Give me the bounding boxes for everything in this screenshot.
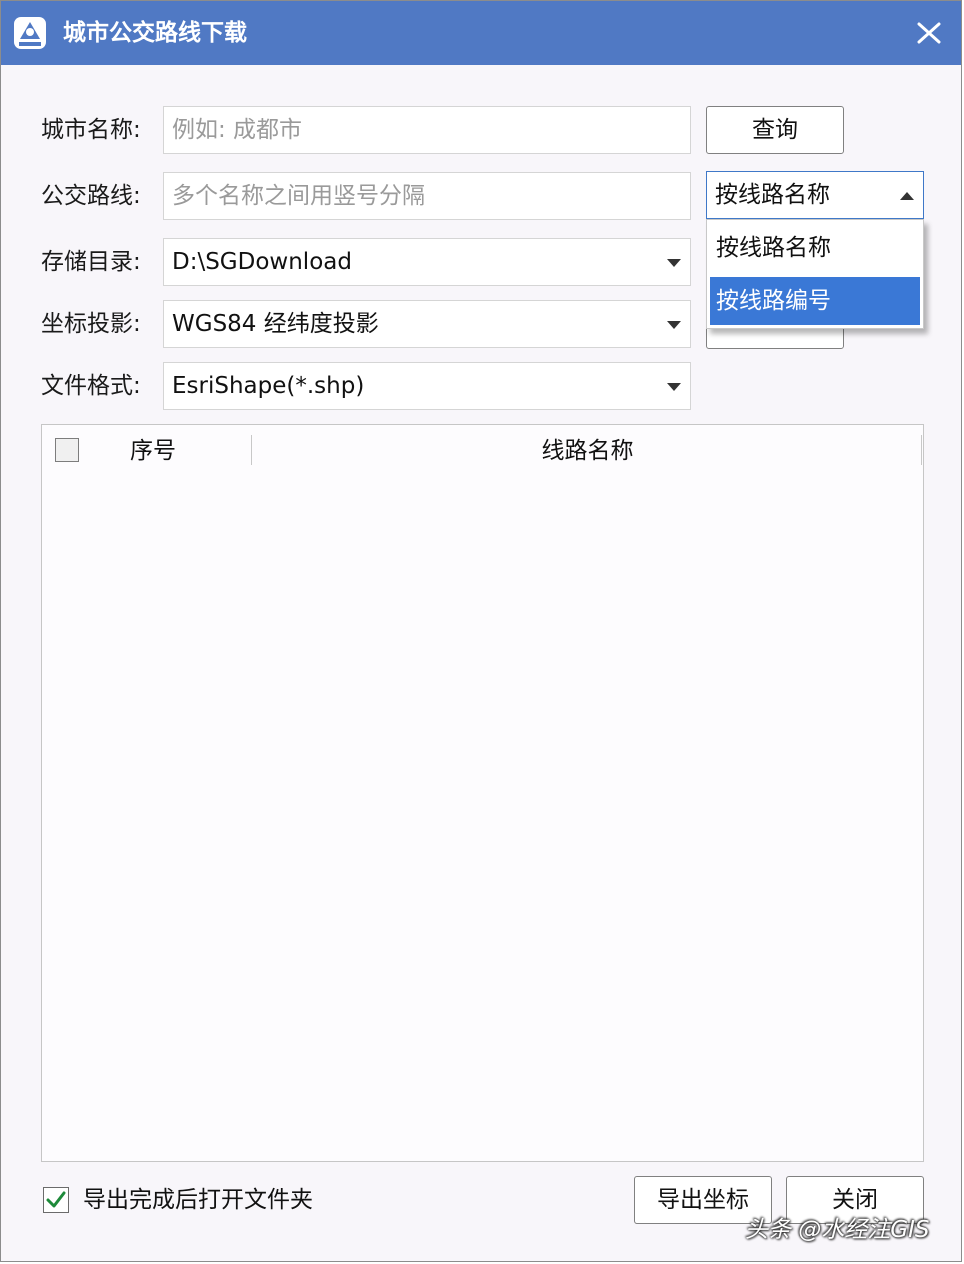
directory-value: D:\SGDownload [172, 249, 352, 275]
routes-input[interactable] [164, 173, 690, 219]
format-select[interactable]: EsriShape(*.shp) [163, 362, 691, 410]
projection-label: 坐标投影: [41, 311, 141, 337]
checkmark-icon [46, 1191, 66, 1208]
routes-field-box [163, 172, 691, 220]
close-icon[interactable] [913, 15, 945, 51]
projection-value: WGS84 经纬度投影 [172, 311, 379, 337]
column-divider[interactable] [921, 435, 922, 465]
title-bar: 城市公交路线下载 [1, 1, 961, 65]
chevron-down-icon [667, 321, 681, 329]
dropdown-option-route-number[interactable]: 按线路编号 [710, 277, 920, 325]
search-mode-dropdown: 按线路名称 按线路编号 [706, 219, 924, 329]
routes-label: 公交路线: [41, 183, 141, 209]
chevron-up-icon [900, 192, 914, 200]
query-button[interactable]: 查询 [706, 106, 844, 154]
window-title: 城市公交路线下载 [63, 20, 247, 46]
format-value: EsriShape(*.shp) [172, 373, 365, 399]
format-label: 文件格式: [41, 373, 141, 399]
open-folder-checkbox[interactable] [43, 1187, 69, 1213]
search-mode-select[interactable]: 按线路名称 [706, 171, 924, 219]
projection-select[interactable]: WGS84 经纬度投影 [163, 300, 691, 348]
directory-label: 存储目录: [41, 249, 141, 275]
app-logo-icon [14, 17, 46, 49]
column-header-index[interactable]: 序号 [130, 435, 176, 467]
city-label: 城市名称: [41, 117, 141, 143]
route-list-header: 序号 线路名称 [42, 425, 923, 477]
column-header-route-name[interactable]: 线路名称 [252, 435, 923, 467]
route-list[interactable]: 序号 线路名称 [41, 424, 924, 1162]
open-folder-label: 导出完成后打开文件夹 [83, 1187, 313, 1213]
dropdown-option-route-name[interactable]: 按线路名称 [710, 224, 920, 272]
chevron-down-icon [667, 383, 681, 391]
watermark: 头条 @水经注GIS [745, 1217, 930, 1243]
search-mode-value: 按线路名称 [715, 182, 830, 208]
select-all-checkbox[interactable] [55, 438, 79, 462]
bus-route-download-dialog: 城市公交路线下载 城市名称: 查询 公交路线: 按线路名称 存储目录: D:\S… [0, 0, 962, 1262]
directory-select[interactable]: D:\SGDownload [163, 238, 691, 286]
city-input[interactable] [164, 107, 690, 153]
city-field-box [163, 106, 691, 154]
chevron-down-icon [667, 259, 681, 267]
